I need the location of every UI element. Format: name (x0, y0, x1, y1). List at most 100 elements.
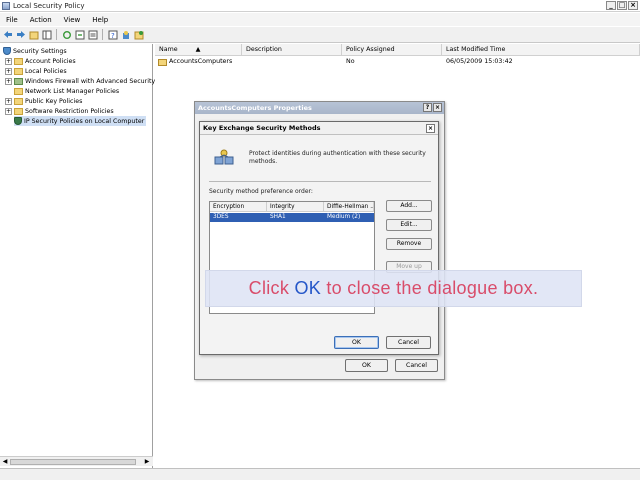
divider (209, 181, 431, 182)
expand-icon[interactable]: + (5, 67, 12, 75)
expand-icon[interactable]: + (5, 77, 12, 85)
ip-policy-icon (158, 58, 167, 66)
tree-item-windows-firewall[interactable]: + Windows Firewall with Advanced Securit… (5, 76, 155, 86)
properties-icon[interactable] (87, 29, 98, 40)
row-last-modified: 06/05/2009 15:03:42 (446, 58, 513, 65)
security-settings-icon (3, 47, 11, 55)
tree-item-ip-security-policies[interactable]: IP Security Policies on Local Computer (14, 116, 147, 126)
remove-button[interactable]: Remove (386, 238, 432, 250)
tree-horizontal-scrollbar[interactable]: ◀ ▶ (0, 456, 153, 466)
assign-icon[interactable] (120, 29, 131, 40)
folder-icon (14, 87, 23, 95)
tree-item-software-restriction[interactable]: + Software Restriction Policies (5, 106, 114, 116)
ip-security-icon (14, 117, 22, 125)
up-icon[interactable] (28, 29, 39, 40)
scroll-left-icon[interactable]: ◀ (1, 458, 9, 466)
table-row[interactable]: AccountsComputers No 06/05/2009 15:03:42 (155, 57, 640, 67)
expand-icon[interactable]: + (5, 107, 12, 115)
window-title: Local Security Policy (13, 1, 85, 10)
list-item[interactable]: 3DES SHA1 Medium (2) (210, 213, 374, 222)
close-button[interactable]: × (628, 1, 638, 10)
column-name[interactable]: Name ▲ (155, 44, 242, 56)
instruction-prefix: Click (248, 278, 295, 298)
menu-action[interactable]: Action (24, 16, 58, 24)
instruction-suffix: to close the dialogue box. (321, 278, 539, 298)
method-dh-group: Medium (2) (327, 214, 361, 220)
instruction-ok-highlight: OK (294, 278, 322, 298)
firewall-icon (14, 77, 23, 85)
expand-icon[interactable]: + (5, 97, 12, 105)
method-integrity: SHA1 (270, 214, 286, 220)
tree-label: Software Restriction Policies (25, 107, 114, 115)
forward-icon[interactable] (15, 29, 26, 40)
row-name: AccountsComputers (169, 58, 233, 65)
title-bar: Local Security Policy _ □ × (0, 0, 640, 12)
properties-ok-button[interactable]: OK (345, 359, 388, 372)
method-encryption: 3DES (213, 214, 229, 220)
folder-icon (14, 67, 23, 75)
tree-label: IP Security Policies on Local Computer (24, 117, 145, 125)
key-exchange-icon (214, 149, 234, 167)
edit-button[interactable]: Edit... (386, 219, 432, 231)
show-hide-tree-icon[interactable] (41, 29, 52, 40)
menu-bar: File Action View Help (0, 13, 640, 26)
scroll-right-icon[interactable]: ▶ (143, 458, 151, 466)
toolbar: ? (0, 27, 640, 43)
key-exchange-dialog-title: Key Exchange Security Methods × (200, 122, 438, 135)
properties-cancel-button[interactable]: Cancel (395, 359, 438, 372)
column-integrity[interactable]: Integrity (267, 202, 324, 212)
toolbar-separator (102, 29, 103, 40)
close-button[interactable]: × (426, 124, 435, 133)
help-icon[interactable]: ? (107, 29, 118, 40)
properties-dialog-controls: ? × (423, 103, 442, 112)
folder-icon (14, 57, 23, 65)
tree-label: Network List Manager Policies (25, 87, 120, 95)
maximize-button[interactable]: □ (617, 1, 627, 10)
tree-label: Public Key Policies (25, 97, 83, 105)
column-diffie-hellman[interactable]: Diffie-Hellman ... (324, 202, 374, 212)
new-policy-icon[interactable] (133, 29, 144, 40)
ok-button[interactable]: OK (334, 336, 379, 349)
column-policy-assigned[interactable]: Policy Assigned (342, 44, 442, 56)
instruction-banner: Click OK to close the dialogue box. (205, 270, 582, 307)
tree-item-local-policies[interactable]: + Local Policies (5, 66, 67, 76)
tree-pane[interactable]: Security Settings + Account Policies + L… (0, 44, 155, 468)
export-icon[interactable] (74, 29, 85, 40)
minimize-button[interactable]: _ (606, 1, 616, 10)
column-last-modified[interactable]: Last Modified Time (442, 44, 640, 56)
row-policy-assigned: No (346, 58, 355, 65)
tree-item-account-policies[interactable]: + Account Policies (5, 56, 76, 66)
tree-label: Account Policies (25, 57, 76, 65)
menu-help[interactable]: Help (86, 16, 114, 24)
local-security-policy-icon (2, 1, 10, 10)
list-header: Name ▲ Description Policy Assigned Last … (155, 44, 640, 56)
row-name-cell: AccountsComputers (158, 57, 232, 67)
sort-ascending-icon: ▲ (195, 46, 201, 53)
instruction-text: Click OK to close the dialogue box. (249, 278, 539, 299)
window-controls: _ □ × (606, 1, 638, 10)
expand-icon[interactable]: + (5, 57, 12, 65)
add-button[interactable]: Add... (386, 200, 432, 212)
refresh-icon[interactable] (61, 29, 72, 40)
svg-text:?: ? (111, 32, 115, 40)
tree-label: Windows Firewall with Advanced Security (25, 77, 156, 85)
tree-label: Security Settings (13, 47, 67, 55)
folder-icon (14, 97, 23, 105)
tree-root-security-settings[interactable]: Security Settings (3, 46, 67, 56)
security-method-label: Security method preference order: (209, 188, 313, 195)
key-exchange-description: Protect identities during authentication… (249, 150, 426, 165)
column-encryption[interactable]: Encryption (210, 202, 267, 212)
menu-file[interactable]: File (0, 16, 24, 24)
security-methods-header: Encryption Integrity Diffie-Hellman ... (210, 202, 374, 212)
cancel-button[interactable]: Cancel (386, 336, 431, 349)
tree-item-network-list-manager[interactable]: Network List Manager Policies (14, 86, 119, 96)
scroll-thumb[interactable] (10, 459, 136, 465)
help-button[interactable]: ? (423, 103, 432, 112)
menu-view[interactable]: View (58, 16, 87, 24)
close-button[interactable]: × (433, 103, 442, 112)
column-description[interactable]: Description (242, 44, 342, 56)
folder-icon (14, 107, 23, 115)
toolbar-separator (56, 29, 57, 40)
back-icon[interactable] (2, 29, 13, 40)
tree-item-public-key-policies[interactable]: + Public Key Policies (5, 96, 82, 106)
